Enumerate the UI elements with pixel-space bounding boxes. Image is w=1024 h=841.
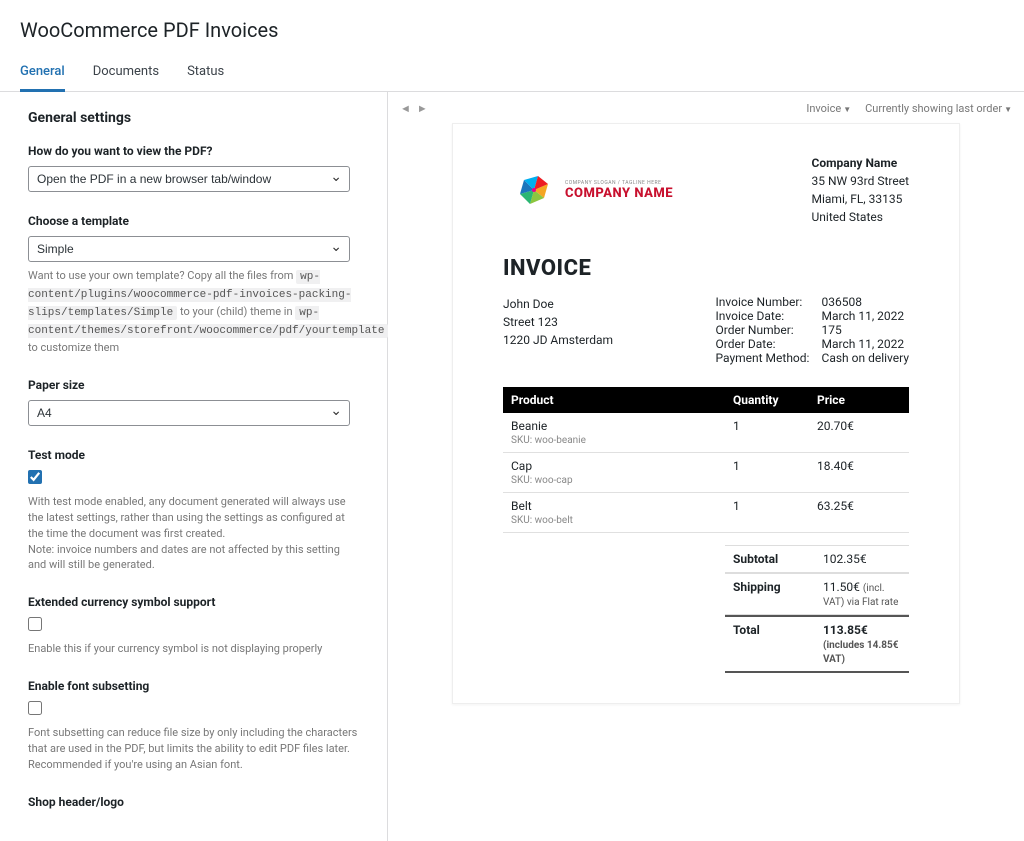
currency-checkbox[interactable]: [28, 617, 42, 631]
tab-general[interactable]: General: [20, 54, 65, 92]
font-subset-help: Font subsetting can reduce file size by …: [28, 725, 359, 773]
field-test-mode: Test mode With test mode enabled, any do…: [28, 448, 359, 574]
col-qty: Quantity: [725, 387, 809, 413]
next-icon[interactable]: ►: [417, 102, 428, 115]
view-pdf-select[interactable]: Open the PDF in a new browser tab/window: [28, 166, 350, 192]
company-address: Company Name 35 NW 93rd Street Miami, FL…: [812, 154, 910, 226]
table-row: CapSKU: woo-cap 1 18.40€: [503, 453, 909, 493]
field-template: Choose a template Simple Want to use you…: [28, 214, 359, 356]
paper-select[interactable]: A4: [28, 400, 350, 426]
currency-label: Extended currency symbol support: [28, 595, 359, 609]
page-title: WooCommerce PDF Invoices: [0, 0, 1024, 54]
test-mode-checkbox[interactable]: [28, 470, 42, 484]
template-label: Choose a template: [28, 214, 359, 228]
field-shop-header: Shop header/logo: [28, 795, 359, 809]
field-currency: Extended currency symbol support Enable …: [28, 595, 359, 657]
totals: Subtotal 102.35€ Shipping 11.50€ (incl. …: [503, 545, 909, 673]
col-price: Price: [809, 387, 909, 413]
paper-label: Paper size: [28, 378, 359, 392]
invoice-logo: COMPANY SLOGAN / TAGLINE HERE COMPANY NA…: [503, 154, 675, 226]
tab-documents[interactable]: Documents: [93, 54, 159, 91]
tabs: General Documents Status: [0, 54, 1024, 92]
test-mode-label: Test mode: [28, 448, 359, 462]
bill-to: John Doe Street 123 1220 JD Amsterdam: [503, 295, 613, 365]
settings-panel: General settings How do you want to view…: [0, 92, 388, 841]
pinwheel-icon: [503, 161, 565, 219]
currency-help: Enable this if your currency symbol is n…: [28, 641, 359, 657]
showing-dropdown[interactable]: Currently showing last order▼: [865, 102, 1012, 115]
view-pdf-label: How do you want to view the PDF?: [28, 144, 359, 158]
tab-status[interactable]: Status: [187, 54, 224, 91]
prev-icon[interactable]: ◄: [400, 102, 411, 115]
test-mode-help: With test mode enabled, any document gen…: [28, 494, 359, 574]
invoice-title: INVOICE: [503, 256, 909, 281]
font-subset-checkbox[interactable]: [28, 701, 42, 715]
shop-header-label: Shop header/logo: [28, 795, 359, 809]
invoice-preview: COMPANY SLOGAN / TAGLINE HERE COMPANY NA…: [452, 123, 960, 704]
field-view-pdf: How do you want to view the PDF? Open th…: [28, 144, 359, 192]
table-row: BeltSKU: woo-belt 1 63.25€: [503, 493, 909, 533]
preview-panel: ◄ ► Invoice▼ Currently showing last orde…: [388, 92, 1024, 841]
section-title: General settings: [28, 110, 359, 126]
line-items-table: Product Quantity Price BeanieSKU: woo-be…: [503, 387, 909, 533]
col-product: Product: [503, 387, 725, 413]
font-subset-label: Enable font subsetting: [28, 679, 359, 693]
field-font-subset: Enable font subsetting Font subsetting c…: [28, 679, 359, 773]
template-help: Want to use your own template? Copy all …: [28, 268, 359, 356]
template-select[interactable]: Simple: [28, 236, 350, 262]
invoice-details: Invoice Number:036508 Invoice Date:March…: [716, 295, 909, 365]
field-paper-size: Paper size A4: [28, 378, 359, 426]
table-row: BeanieSKU: woo-beanie 1 20.70€: [503, 413, 909, 453]
invoice-dropdown[interactable]: Invoice▼: [806, 102, 851, 115]
